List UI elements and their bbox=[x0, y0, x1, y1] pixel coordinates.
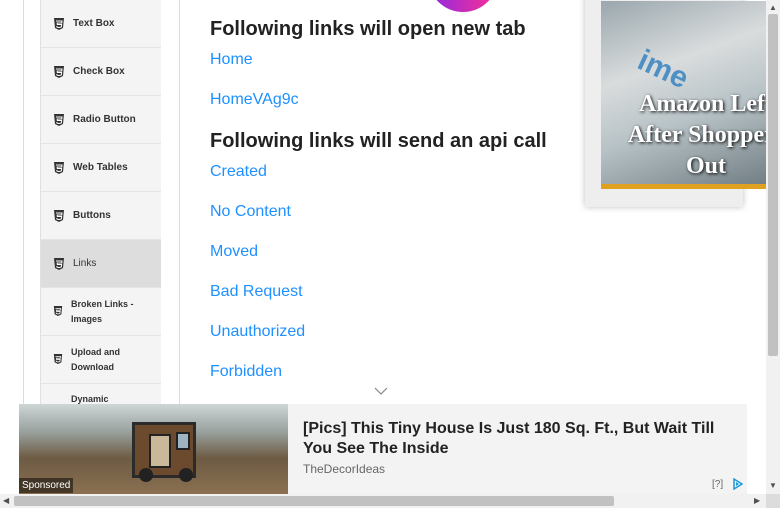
ad-caption: Amazon Left After Shoppers Out bbox=[627, 91, 780, 179]
sidebar-item-buttons[interactable]: Buttons bbox=[40, 192, 161, 240]
horizontal-scroll-thumb[interactable] bbox=[14, 496, 614, 506]
api-call-heading: Following links will send an api call bbox=[210, 130, 547, 152]
sidebar-item-web-tables[interactable]: Web Tables bbox=[40, 144, 161, 192]
sidebar-item-label: Dynamic bbox=[71, 394, 109, 404]
page: Text Box Check Box Radio Button Web Tabl… bbox=[0, 0, 780, 508]
vertical-scrollbar[interactable]: ▲ ▼ bbox=[766, 0, 780, 494]
scrollbar-corner bbox=[766, 494, 780, 508]
door-shape bbox=[149, 434, 171, 468]
html5-icon bbox=[53, 113, 65, 126]
sidebar-item-upload-download[interactable]: Upload and Download bbox=[40, 336, 161, 384]
html5-icon bbox=[53, 209, 65, 222]
sidebar-item-label: Buttons bbox=[73, 210, 111, 221]
wheel-shape bbox=[179, 468, 193, 482]
scroll-up-arrow-icon[interactable]: ▲ bbox=[769, 3, 777, 12]
sidebar-item-text-box[interactable]: Text Box bbox=[40, 0, 161, 48]
html5-icon bbox=[53, 65, 65, 78]
moved-link[interactable]: Moved bbox=[210, 243, 258, 261]
html5-icon bbox=[53, 305, 63, 318]
sidebar-item-broken-links[interactable]: Broken Links - Images bbox=[40, 288, 161, 336]
unauthorized-link[interactable]: Unauthorized bbox=[210, 323, 305, 341]
html5-icon bbox=[53, 257, 65, 270]
right-ad[interactable]: ime Amazon Left After Shoppers Out bbox=[585, 0, 780, 207]
window-shape bbox=[176, 432, 190, 450]
sidebar-item-label: Links bbox=[73, 258, 97, 269]
sidebar-item-label: Text Box bbox=[73, 18, 115, 29]
new-tab-heading: Following links will open new tab bbox=[210, 18, 526, 40]
sponsored-label: Sponsored bbox=[19, 478, 74, 493]
vertical-scroll-thumb[interactable] bbox=[768, 14, 778, 356]
no-content-link[interactable]: No Content bbox=[210, 203, 291, 221]
sidebar-item-links[interactable]: Links bbox=[40, 240, 161, 288]
sidebar-item-label: Broken Links - Images bbox=[71, 298, 134, 324]
collapse-chevron-icon[interactable] bbox=[374, 386, 388, 396]
home-dynamic-link[interactable]: HomeVAg9c bbox=[210, 91, 299, 109]
wheel-shape bbox=[139, 468, 153, 482]
top-logo-graphic bbox=[428, 0, 498, 12]
scroll-down-arrow-icon[interactable]: ▼ bbox=[769, 481, 777, 490]
html5-icon bbox=[53, 161, 65, 174]
sidebar-panel: Text Box Check Box Radio Button Web Tabl… bbox=[23, 0, 180, 438]
bottom-ad[interactable]: Sponsored [Pics] This Tiny House Is Just… bbox=[19, 404, 747, 494]
sidebar-item-label: Radio Button bbox=[73, 114, 136, 125]
sidebar-item-label: Check Box bbox=[73, 66, 125, 77]
scroll-left-arrow-icon[interactable]: ◀ bbox=[3, 496, 9, 505]
bad-request-link[interactable]: Bad Request bbox=[210, 283, 303, 301]
ad-headline[interactable]: [Pics] This Tiny House Is Just 180 Sq. F… bbox=[303, 419, 733, 459]
tiny-house-image[interactable]: Sponsored bbox=[19, 404, 288, 494]
created-link[interactable]: Created bbox=[210, 163, 267, 181]
sidebar-item-radio-button[interactable]: Radio Button bbox=[40, 96, 161, 144]
ad-source: TheDecorIdeas bbox=[303, 462, 386, 476]
ad-choices-icon[interactable] bbox=[731, 478, 743, 490]
html5-icon bbox=[53, 17, 65, 30]
home-link[interactable]: Home bbox=[210, 51, 253, 69]
horizontal-scrollbar[interactable]: ◀ ▶ bbox=[0, 494, 766, 508]
sidebar-item-label: Upload and Download bbox=[71, 346, 120, 372]
sidebar-item-check-box[interactable]: Check Box bbox=[40, 48, 161, 96]
scroll-right-arrow-icon[interactable]: ▶ bbox=[754, 496, 760, 505]
ad-help-link[interactable]: [?] bbox=[712, 479, 723, 490]
ad-image[interactable]: ime Amazon Left After Shoppers Out bbox=[601, 1, 780, 189]
html5-icon bbox=[53, 353, 63, 366]
forbidden-link[interactable]: Forbidden bbox=[210, 363, 282, 381]
sidebar-menu: Text Box Check Box Radio Button Web Tabl… bbox=[40, 0, 161, 432]
sidebar-item-label: Web Tables bbox=[73, 162, 128, 173]
